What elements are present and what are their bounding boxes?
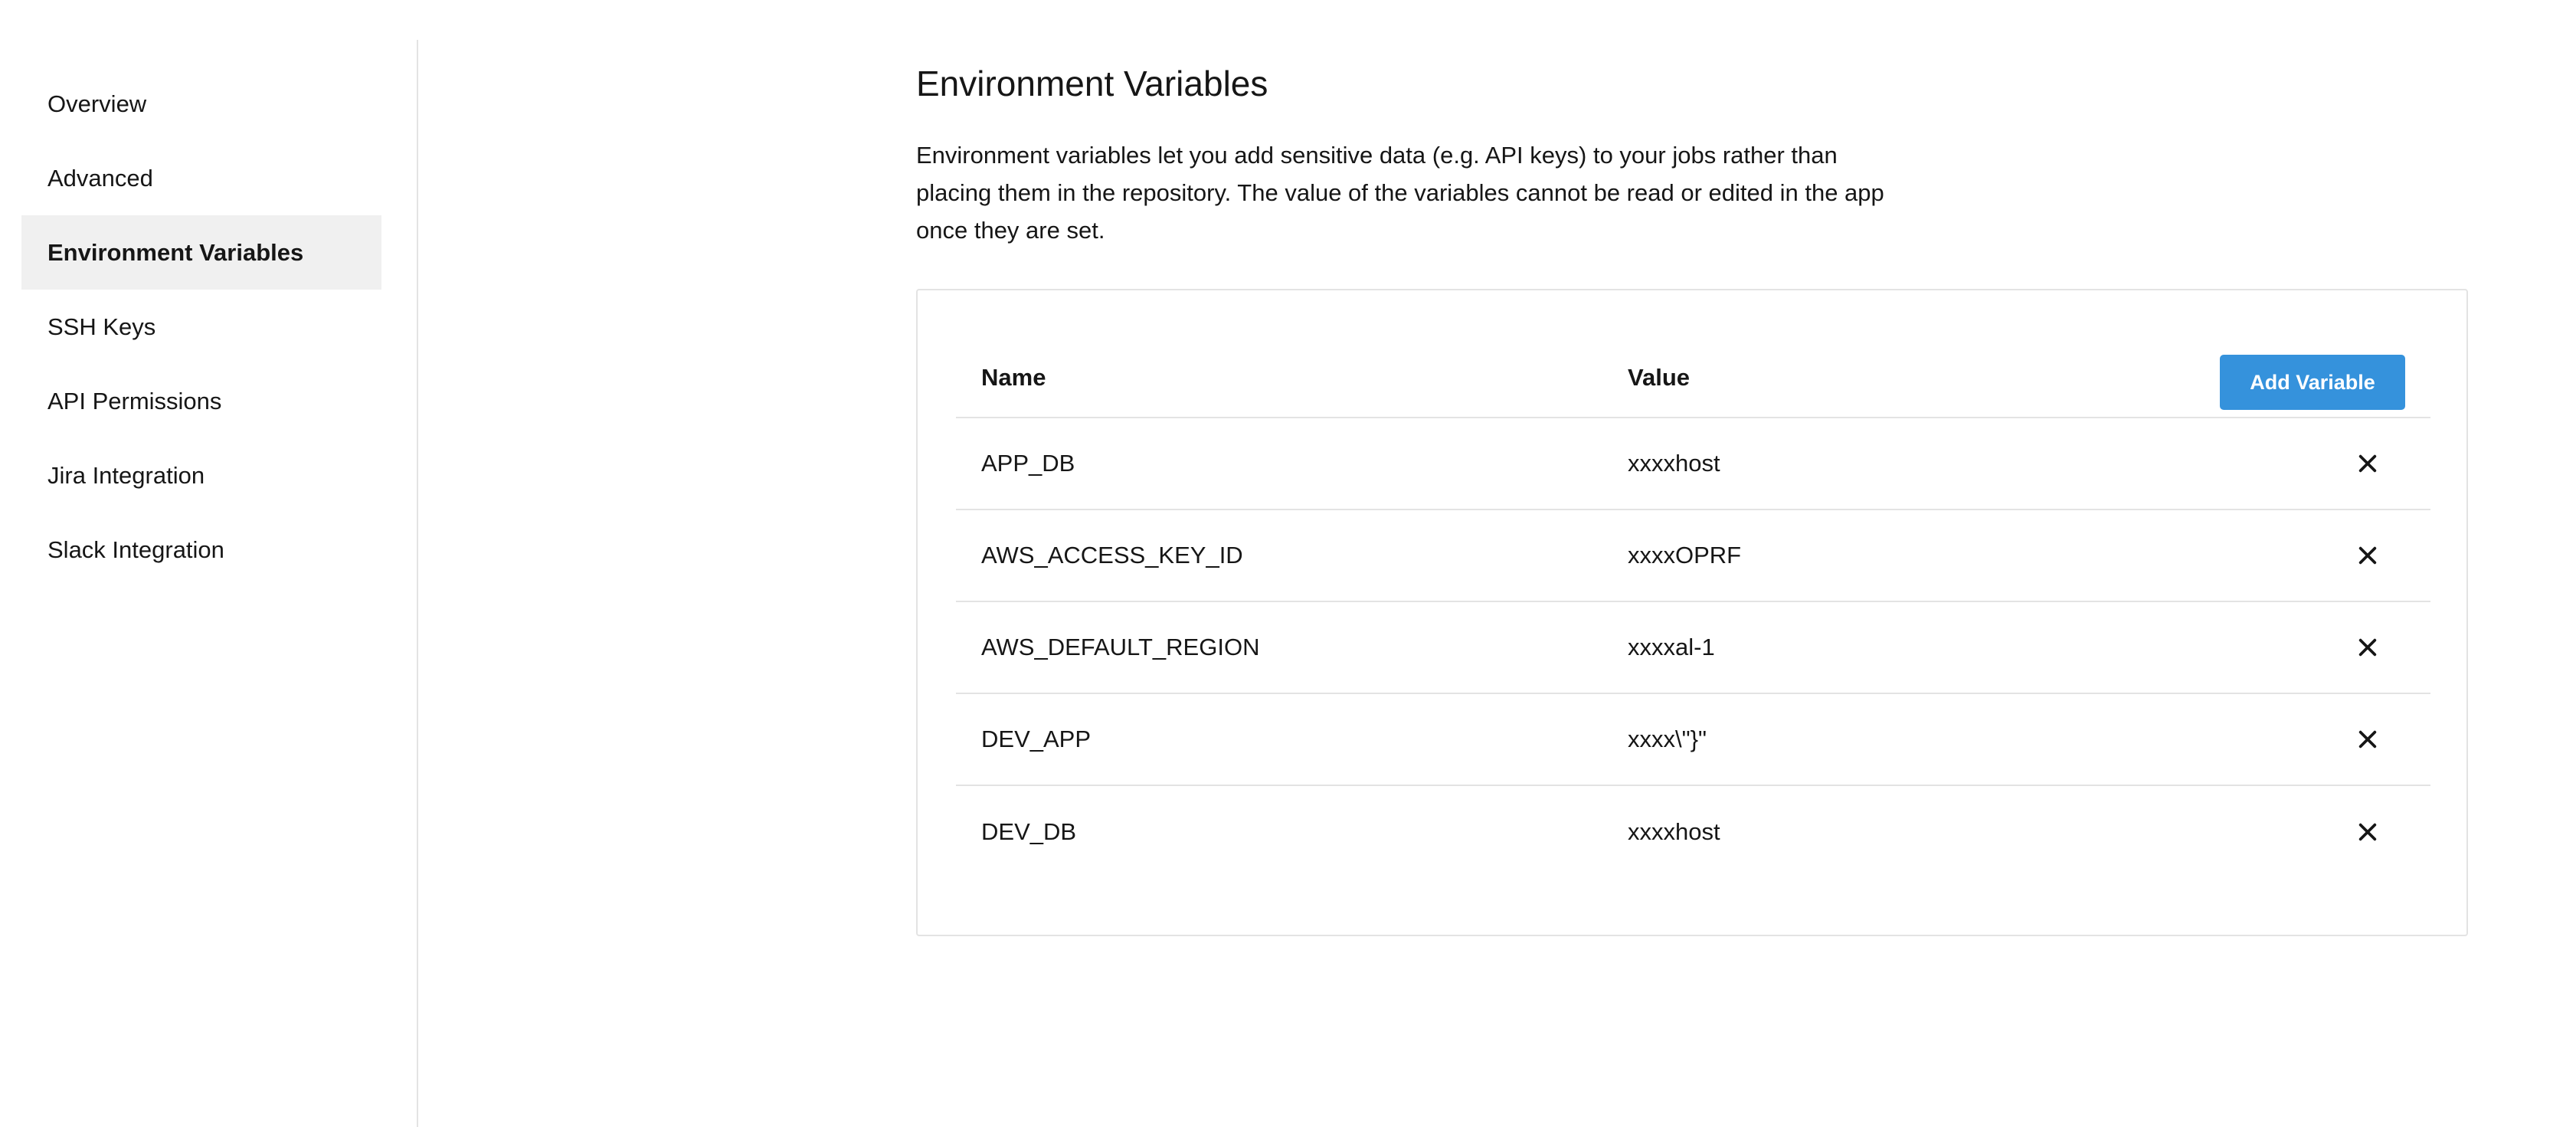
close-icon[interactable] (2352, 448, 2383, 479)
table-row: DEV_APP xxxx\"}" (956, 694, 2430, 786)
sidebar-item-label: Slack Integration (47, 536, 224, 563)
settings-sidebar: Overview Advanced Environment Variables … (0, 40, 418, 1127)
variable-name: AWS_ACCESS_KEY_ID (981, 542, 1243, 568)
sidebar-item-label: SSH Keys (47, 313, 156, 340)
variable-value: xxxxhost (1628, 450, 1720, 477)
table-row: DEV_DB xxxxhost (956, 786, 2430, 878)
variable-value: xxxxal-1 (1628, 634, 1715, 660)
variable-name: DEV_DB (981, 818, 1077, 845)
variable-value: xxxxOPRF (1628, 542, 1742, 568)
table-row: AWS_DEFAULT_REGION xxxxal-1 (956, 602, 2430, 694)
sidebar-item-advanced[interactable]: Advanced (21, 141, 381, 215)
sidebar-item-label: Jira Integration (47, 461, 205, 489)
close-icon[interactable] (2352, 817, 2383, 847)
sidebar-nav-list: Overview Advanced Environment Variables … (21, 67, 381, 587)
sidebar-item-label: Overview (47, 90, 147, 117)
sidebar-item-overview[interactable]: Overview (21, 67, 381, 141)
variable-value: xxxx\"}" (1628, 726, 1707, 752)
table-row: AWS_ACCESS_KEY_ID xxxxOPRF (956, 510, 2430, 602)
close-icon[interactable] (2352, 540, 2383, 571)
variable-name: AWS_DEFAULT_REGION (981, 634, 1260, 660)
sidebar-item-slack-integration[interactable]: Slack Integration (21, 513, 381, 587)
table-row: APP_DB xxxxhost (956, 418, 2430, 510)
column-header-name: Name (981, 363, 1046, 391)
sidebar-item-api-permissions[interactable]: API Permissions (21, 364, 381, 438)
column-header-value: Value (1628, 363, 1690, 391)
page-description: Environment variables let you add sensit… (916, 142, 1884, 244)
sidebar-item-label: Advanced (47, 164, 153, 192)
variable-value: xxxxhost (1628, 818, 1720, 845)
env-variables-card: Name Value Add Variable APP_DB xxxxhost … (916, 289, 2468, 936)
sidebar-item-label: API Permissions (47, 387, 222, 414)
variable-name: APP_DB (981, 450, 1075, 477)
variable-name: DEV_APP (981, 726, 1092, 752)
env-variables-table: Name Value Add Variable APP_DB xxxxhost … (956, 338, 2430, 878)
sidebar-item-label: Environment Variables (47, 238, 304, 266)
add-variable-button[interactable]: Add Variable (2220, 355, 2405, 410)
sidebar-item-environment-variables[interactable]: Environment Variables (21, 215, 381, 290)
sidebar-item-jira-integration[interactable]: Jira Integration (21, 438, 381, 513)
close-icon[interactable] (2352, 724, 2383, 755)
table-header-row: Name Value Add Variable (956, 338, 2430, 418)
sidebar-item-ssh-keys[interactable]: SSH Keys (21, 290, 381, 364)
close-icon[interactable] (2352, 632, 2383, 663)
page-title: Environment Variables (916, 64, 1268, 103)
settings-page: Overview Advanced Environment Variables … (0, 0, 2576, 1127)
